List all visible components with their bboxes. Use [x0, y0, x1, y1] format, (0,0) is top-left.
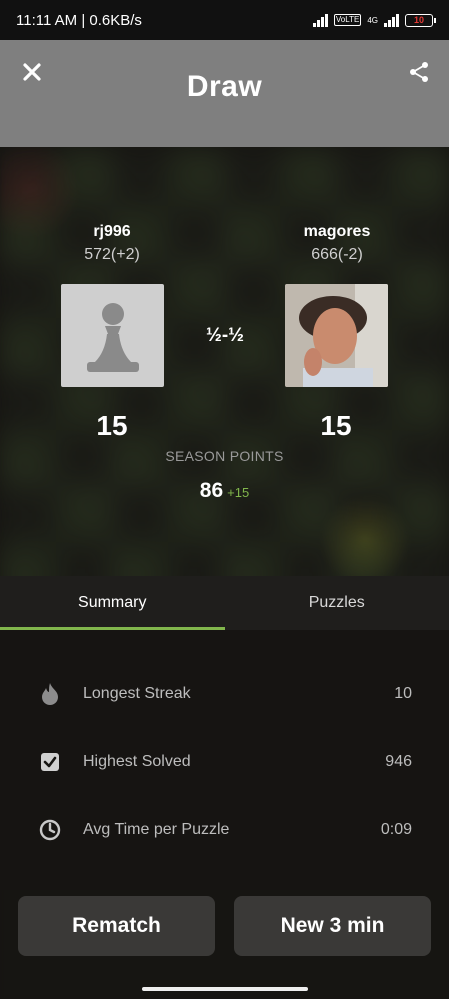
- flame-icon: [38, 682, 62, 706]
- game-result: ½-½: [205, 325, 245, 346]
- stat-label: Longest Streak: [83, 685, 191, 702]
- page-title: Draw: [186, 70, 263, 103]
- player-right-rating: 666(-2): [311, 246, 363, 263]
- home-indicator[interactable]: [142, 987, 308, 991]
- stat-row: Highest Solved 946: [0, 742, 449, 782]
- player-left-rating: 572(+2): [84, 246, 140, 263]
- volte-badge: VoLTE: [333, 14, 362, 26]
- network-type: 4G: [367, 15, 378, 25]
- signal-icon-2: [384, 13, 399, 27]
- rematch-button[interactable]: Rematch: [18, 896, 215, 956]
- season-points-delta: +15: [227, 485, 250, 500]
- tab-summary[interactable]: Summary: [0, 576, 225, 630]
- tab-bar: Summary Puzzles: [0, 576, 449, 630]
- status-time: 11:11 AM | 0.6KB/s: [16, 11, 142, 29]
- result-header: Draw: [0, 40, 449, 147]
- stat-row: Avg Time per Puzzle 0:09: [0, 810, 449, 850]
- status-bar: 11:11 AM | 0.6KB/s VoLTE 4G 10: [0, 0, 449, 40]
- photo-avatar[interactable]: [285, 284, 388, 387]
- new-game-button[interactable]: New 3 min: [234, 896, 431, 956]
- pawn-avatar[interactable]: [61, 284, 164, 387]
- checkbox-icon: [38, 750, 62, 774]
- clock-icon: [38, 818, 62, 842]
- player-right-points: 15: [320, 410, 352, 441]
- stat-label: Highest Solved: [83, 753, 191, 770]
- battery-icon: 10: [405, 13, 436, 27]
- player-right-name: magores: [303, 223, 371, 240]
- stat-value: 10: [394, 685, 412, 702]
- player-left-points: 15: [96, 410, 128, 441]
- signal-icon: [312, 13, 328, 27]
- stat-label: Avg Time per Puzzle: [83, 821, 230, 838]
- status-icons: VoLTE 4G 10: [312, 13, 436, 27]
- season-points-label: SEASON POINTS: [165, 448, 284, 464]
- season-points-value: 86: [199, 479, 224, 502]
- stat-row: Longest Streak 10: [0, 674, 449, 714]
- tab-puzzles[interactable]: Puzzles: [225, 576, 449, 630]
- player-left-name: rj996: [93, 223, 131, 240]
- stat-value: 0:09: [380, 821, 412, 838]
- summary-stats: Longest Streak 10 Highest Solved 946 Avg…: [0, 630, 449, 890]
- share-icon[interactable]: [407, 60, 431, 84]
- stat-value: 946: [385, 753, 412, 770]
- season-points: 86 +15: [0, 479, 449, 503]
